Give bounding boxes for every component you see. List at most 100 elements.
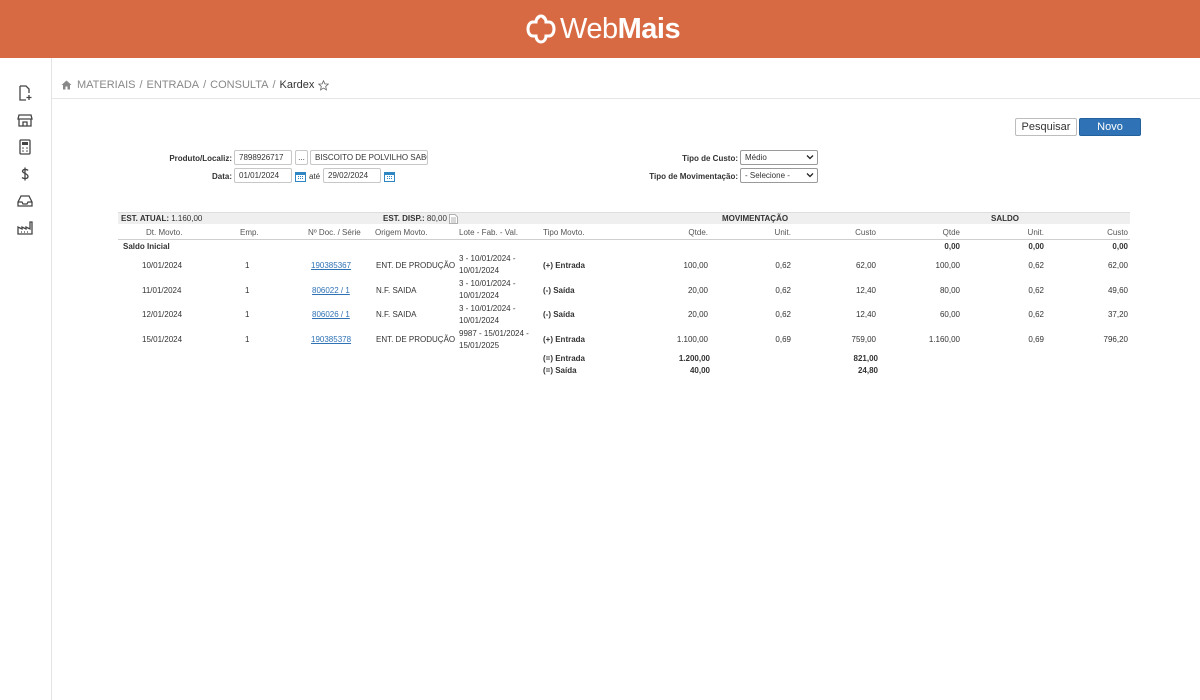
- row-mov-qtde: 1.100,00: [676, 335, 708, 344]
- movimentacao-heading: MOVIMENTAÇÃO: [722, 214, 789, 223]
- new-button[interactable]: Novo: [1079, 118, 1141, 136]
- breadcrumb: MATERIAIS / ENTRADA / CONSULTA / Kardex: [61, 79, 330, 91]
- favorite-star-icon[interactable]: [318, 79, 330, 91]
- row-lote-line2: 10/01/2024: [459, 291, 500, 300]
- row-lote-line1: 3 - 10/01/2024 -: [459, 279, 516, 288]
- total-saida-label: (=) Saída: [543, 366, 577, 375]
- row-tipo: (-) Saída: [543, 310, 575, 319]
- row-origem: ENT. DE PRODUÇÃO: [376, 261, 456, 270]
- produto-browse-button[interactable]: ...: [295, 150, 308, 165]
- row-origem: N.F. SAIDA: [376, 310, 417, 319]
- store-icon[interactable]: [16, 111, 34, 129]
- row-emp: 1: [245, 261, 250, 270]
- table-header: Dt. Movto. Emp. Nº Doc. / Série Origem M…: [118, 225, 1130, 240]
- tipo-movimentacao-value: - Selecione -: [745, 171, 790, 180]
- est-disp: EST. DISP.: 80,00: [383, 214, 447, 223]
- col-lote-fab-val: Lote - Fab. - Val.: [459, 228, 518, 237]
- row-tipo: (-) Saída: [543, 286, 575, 295]
- new-document-icon[interactable]: [16, 84, 34, 102]
- date-from-input[interactable]: 01/01/2024: [234, 168, 292, 183]
- row-origem: ENT. DE PRODUÇÃO: [376, 335, 456, 344]
- row-mov-unit: 0,69: [775, 335, 791, 344]
- row-lote-line1: 9987 - 15/01/2024 -: [459, 329, 529, 338]
- breadcrumb-item[interactable]: MATERIAIS: [77, 79, 135, 91]
- row-saldo-custo: 49,60: [1107, 286, 1128, 295]
- est-atual: EST. ATUAL: 1.160,00: [121, 214, 203, 223]
- row-doc-link[interactable]: 806022 / 1: [312, 285, 350, 297]
- col-doc-serie: Nº Doc. / Série: [308, 228, 361, 237]
- total-entrada-custo: 821,00: [853, 354, 878, 363]
- row-emp: 1: [245, 286, 250, 295]
- breadcrumb-current: Kardex: [279, 79, 315, 91]
- produto-label: Produto/Localiz:: [169, 154, 232, 163]
- total-saida-qtde: 40,00: [689, 366, 710, 375]
- row-saldo-qtde: 1.160,00: [928, 335, 960, 344]
- row-doc-link[interactable]: 190385367: [311, 260, 351, 272]
- row-saldo-unit: 0,62: [1028, 310, 1044, 319]
- saldo-inicial-custo: 0,00: [1112, 242, 1128, 251]
- row-mov-qtde: 20,00: [687, 286, 708, 295]
- row-date: 12/01/2024: [142, 310, 183, 319]
- breadcrumb-item[interactable]: ENTRADA: [147, 79, 200, 91]
- document-icon[interactable]: [449, 214, 458, 224]
- produto-code-input[interactable]: 7898926717: [234, 150, 292, 165]
- breadcrumb-separator: /: [272, 79, 276, 91]
- row-emp: 1: [245, 310, 250, 319]
- inbox-icon[interactable]: [16, 192, 34, 210]
- chevron-down-icon: [806, 173, 814, 178]
- total-saida-custo: 24,80: [857, 366, 878, 375]
- breadcrumb-item[interactable]: CONSULTA: [210, 79, 268, 91]
- dollar-icon[interactable]: [16, 165, 34, 183]
- col-saldo-qtde: Qtde: [942, 228, 960, 237]
- breadcrumb-bar: MATERIAIS / ENTRADA / CONSULTA / Kardex: [52, 58, 1200, 99]
- saldo-heading: SALDO: [991, 214, 1019, 223]
- search-button[interactable]: Pesquisar: [1015, 118, 1077, 136]
- tipo-movimentacao-select[interactable]: - Selecione -: [740, 168, 818, 183]
- produto-name-input[interactable]: BISCOITO DE POLVILHO SABOR: [310, 150, 428, 165]
- date-to-input[interactable]: 29/02/2024: [323, 168, 381, 183]
- row-saldo-qtde: 80,00: [939, 286, 960, 295]
- col-dt-movto: Dt. Movto.: [146, 228, 183, 237]
- row-doc-link[interactable]: 190385378: [311, 334, 351, 346]
- factory-icon[interactable]: [16, 219, 34, 237]
- row-mov-unit: 0,62: [775, 286, 791, 295]
- row-tipo: (+) Entrada: [543, 335, 586, 344]
- row-doc-link[interactable]: 806026 / 1: [312, 309, 350, 321]
- row-mov-custo: 759,00: [851, 335, 876, 344]
- row-date: 15/01/2024: [142, 335, 183, 344]
- saldo-inicial-unit: 0,00: [1028, 242, 1044, 251]
- row-mov-custo: 12,40: [855, 310, 876, 319]
- home-icon[interactable]: [61, 80, 72, 90]
- col-saldo-custo: Custo: [1107, 228, 1128, 237]
- row-mov-qtde: 20,00: [687, 310, 708, 319]
- tipo-movimentacao-label: Tipo de Movimentação:: [649, 172, 738, 181]
- row-mov-qtde: 100,00: [683, 261, 708, 270]
- row-lote-line2: 10/01/2024: [459, 316, 500, 325]
- col-emp: Emp.: [240, 228, 259, 237]
- tipo-custo-value: Médio: [745, 153, 767, 162]
- sidebar: [0, 58, 52, 700]
- row-lote-line2: 15/01/2025: [459, 341, 500, 350]
- col-mov-qtde: Qtde.: [688, 228, 708, 237]
- col-mov-custo: Custo: [855, 228, 876, 237]
- row-date: 10/01/2024: [142, 261, 183, 270]
- row-origem: N.F. SAIDA: [376, 286, 417, 295]
- breadcrumb-separator: /: [203, 79, 207, 91]
- data-label: Data:: [211, 172, 232, 181]
- tipo-custo-select[interactable]: Médio: [740, 150, 818, 165]
- row-lote-line1: 3 - 10/01/2024 -: [459, 304, 516, 313]
- row-tipo: (+) Entrada: [543, 261, 586, 270]
- calendar-icon[interactable]: [384, 171, 395, 182]
- saldo-inicial-label: Saldo Inicial: [123, 242, 170, 251]
- ate-label: até: [309, 172, 321, 181]
- total-entrada-label: (=) Entrada: [543, 354, 586, 363]
- col-mov-unit: Unit.: [774, 228, 791, 237]
- col-tipo-movto: Tipo Movto.: [543, 228, 585, 237]
- top-bar: WebMais: [0, 0, 1200, 58]
- webmais-logo[interactable]: WebMais: [525, 12, 681, 46]
- row-emp: 1: [245, 335, 250, 344]
- webmais-logo-text: WebMais: [560, 12, 681, 45]
- row-saldo-unit: 0,62: [1028, 261, 1044, 270]
- calendar-icon[interactable]: [295, 171, 306, 182]
- calculator-icon[interactable]: [16, 138, 34, 156]
